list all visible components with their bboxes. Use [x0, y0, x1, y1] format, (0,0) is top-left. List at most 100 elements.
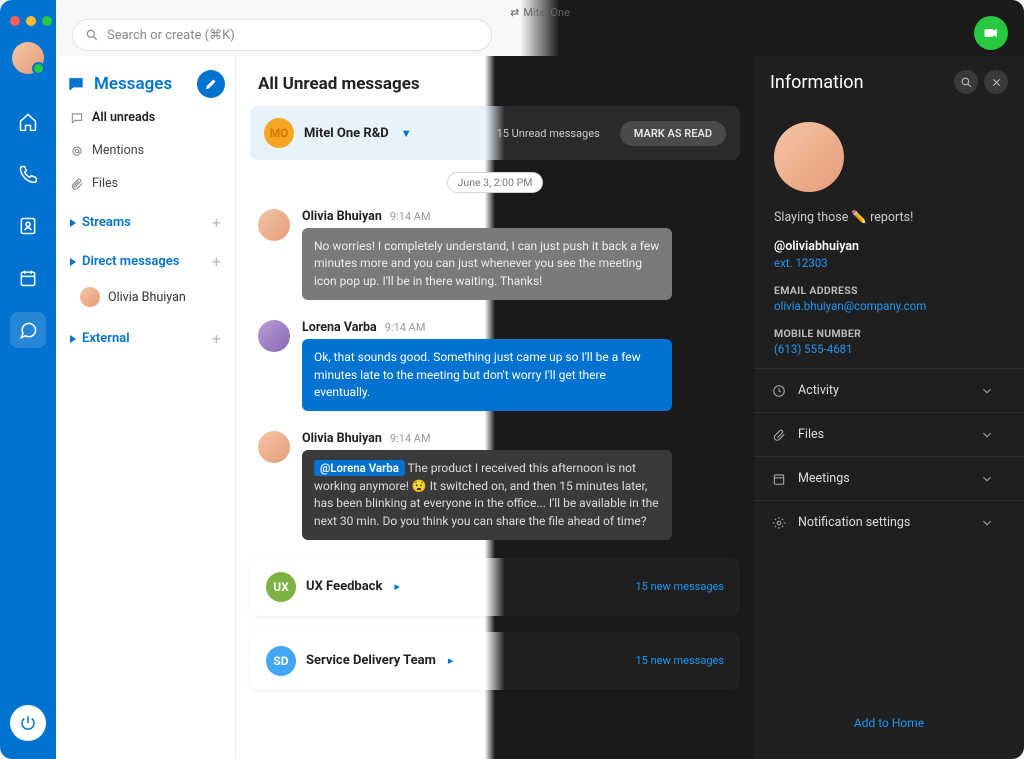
user-avatar[interactable]: [12, 42, 44, 74]
pencil-icon: [204, 77, 218, 91]
chevron-down-icon: [980, 428, 994, 442]
new-message-count: 15 new messages: [636, 580, 725, 593]
message-time: 9:14 AM: [385, 321, 426, 334]
message-bubble: @Lorena Varba The product I received thi…: [302, 450, 672, 540]
section-external[interactable]: External +: [66, 319, 225, 352]
maximize-window[interactable]: [42, 16, 52, 26]
message-bubble: No worries! I completely understand, I c…: [302, 228, 672, 300]
profile-status: Slaying those ✏️ reports!: [774, 210, 1004, 225]
info-notifications[interactable]: Notification settings: [754, 500, 1024, 544]
email-label: EMAIL ADDRESS: [774, 284, 1004, 297]
at-icon: [70, 144, 84, 158]
compose-button[interactable]: [197, 70, 225, 98]
unread-count: 15 Unread messages: [497, 127, 600, 140]
close-window[interactable]: [10, 16, 20, 26]
minimize-window[interactable]: [26, 16, 36, 26]
caret-right-icon: ▸: [448, 654, 454, 667]
nav-contacts[interactable]: [10, 208, 46, 244]
profile-avatar[interactable]: [774, 122, 844, 192]
messages-sidebar: Messages All unreads Mentions Files: [56, 56, 236, 759]
chat-area: All Unread messages MO Mitel One R&D ▼ 1…: [236, 56, 754, 759]
add-to-home-link[interactable]: Add to Home: [854, 716, 924, 730]
info-activity[interactable]: Activity: [754, 368, 1024, 412]
info-search-button[interactable]: [954, 70, 978, 94]
video-icon: [983, 25, 999, 41]
messages-header: Messages: [66, 70, 225, 98]
chevron-down-icon: [980, 516, 994, 530]
calendar-icon: [772, 472, 786, 486]
section-streams[interactable]: Streams +: [66, 203, 225, 236]
app-title: ⇄Mitel One: [510, 6, 570, 19]
stream-avatar: SD: [266, 646, 296, 676]
profile-extension[interactable]: ext. 12303: [774, 256, 1004, 270]
nav-messages[interactable]: [10, 312, 46, 348]
info-close-button[interactable]: [984, 70, 1008, 94]
content-row: Messages All unreads Mentions Files: [56, 56, 1024, 759]
search-icon: [85, 28, 99, 42]
thread-name: Mitel One R&D: [304, 126, 389, 141]
caret-right-icon: ▸: [394, 580, 400, 593]
nav-home[interactable]: [10, 104, 46, 140]
phone-icon: [18, 164, 38, 184]
info-profile: Slaying those ✏️ reports! @oliviabhuiyan…: [754, 108, 1024, 368]
chevron-down-icon: [980, 472, 994, 486]
chevron-down-icon: [980, 384, 994, 398]
section-direct-messages[interactable]: Direct messages +: [66, 242, 225, 275]
sidebar-mentions[interactable]: Mentions: [66, 137, 225, 164]
thread-service-delivery[interactable]: SD Service Delivery Team ▸ 15 new messag…: [250, 632, 740, 690]
sidebar-files[interactable]: Files: [66, 170, 225, 197]
dropdown-icon[interactable]: ▼: [401, 127, 412, 140]
message-author: Olivia Bhuiyan: [302, 209, 382, 224]
power-button[interactable]: [10, 705, 46, 741]
add-dm[interactable]: +: [212, 252, 221, 271]
page-title: All Unread messages: [236, 56, 754, 106]
close-icon: [990, 76, 1003, 89]
message-row: Olivia Bhuiyan 9:14 AM No worries! I com…: [236, 199, 754, 310]
mobile-value[interactable]: (613) 555-4681: [774, 342, 1004, 356]
thread-ux-feedback[interactable]: UX UX Feedback ▸ 15 new messages: [250, 558, 740, 616]
video-call-button[interactable]: [974, 16, 1008, 50]
info-meetings[interactable]: Meetings: [754, 456, 1024, 500]
stream-avatar: UX: [266, 572, 296, 602]
message-row: Lorena Varba 9:14 AM Ok, that sounds goo…: [236, 310, 754, 421]
profile-handle: @oliviabhuiyan: [774, 239, 1004, 254]
add-stream[interactable]: +: [212, 213, 221, 232]
mobile-label: MOBILE NUMBER: [774, 327, 1004, 340]
paperclip-icon: [70, 177, 84, 191]
info-footer: Add to Home: [754, 694, 1024, 749]
main-column: ⇄Mitel One Search or create (⌘K) Message…: [56, 0, 1024, 759]
message-author: Lorena Varba: [302, 320, 377, 335]
new-message-count: 15 new messages: [636, 654, 725, 667]
dm-contact-olivia[interactable]: Olivia Bhuiyan: [66, 281, 225, 313]
thread-mitel-one[interactable]: MO Mitel One R&D ▼ 15 Unread messages MA…: [250, 106, 740, 160]
paperclip-icon: [772, 428, 786, 442]
avatar: [258, 431, 290, 463]
avatar-small: [80, 287, 100, 307]
message-time: 9:14 AM: [390, 432, 431, 445]
message-time: 9:14 AM: [390, 210, 431, 223]
avatar: [258, 209, 290, 241]
caret-right-icon: [70, 335, 76, 343]
calendar-icon: [18, 268, 38, 288]
search-input[interactable]: Search or create (⌘K): [72, 19, 492, 51]
sidebar-all-unreads[interactable]: All unreads: [66, 104, 225, 131]
info-header: Information: [754, 56, 1024, 108]
info-files[interactable]: Files: [754, 412, 1024, 456]
gear-icon: [772, 516, 786, 530]
top-bar: ⇄Mitel One Search or create (⌘K): [56, 0, 1024, 56]
stream-avatar: MO: [264, 118, 294, 148]
chat-icon: [66, 74, 86, 94]
clock-icon: [772, 384, 786, 398]
caret-right-icon: [70, 219, 76, 227]
messages-icon: [18, 320, 38, 340]
mark-as-read-button[interactable]: MARK AS READ: [620, 121, 726, 146]
nav-phone[interactable]: [10, 156, 46, 192]
email-value[interactable]: olivia.bhuiyan@company.com: [774, 299, 1004, 313]
add-external[interactable]: +: [212, 329, 221, 348]
mention-chip[interactable]: @Lorena Varba: [314, 460, 405, 476]
contacts-icon: [18, 216, 38, 236]
message-row: Olivia Bhuiyan 9:14 AM @Lorena Varba The…: [236, 421, 754, 550]
message-author: Olivia Bhuiyan: [302, 431, 382, 446]
nav-calendar[interactable]: [10, 260, 46, 296]
search-icon: [960, 76, 973, 89]
